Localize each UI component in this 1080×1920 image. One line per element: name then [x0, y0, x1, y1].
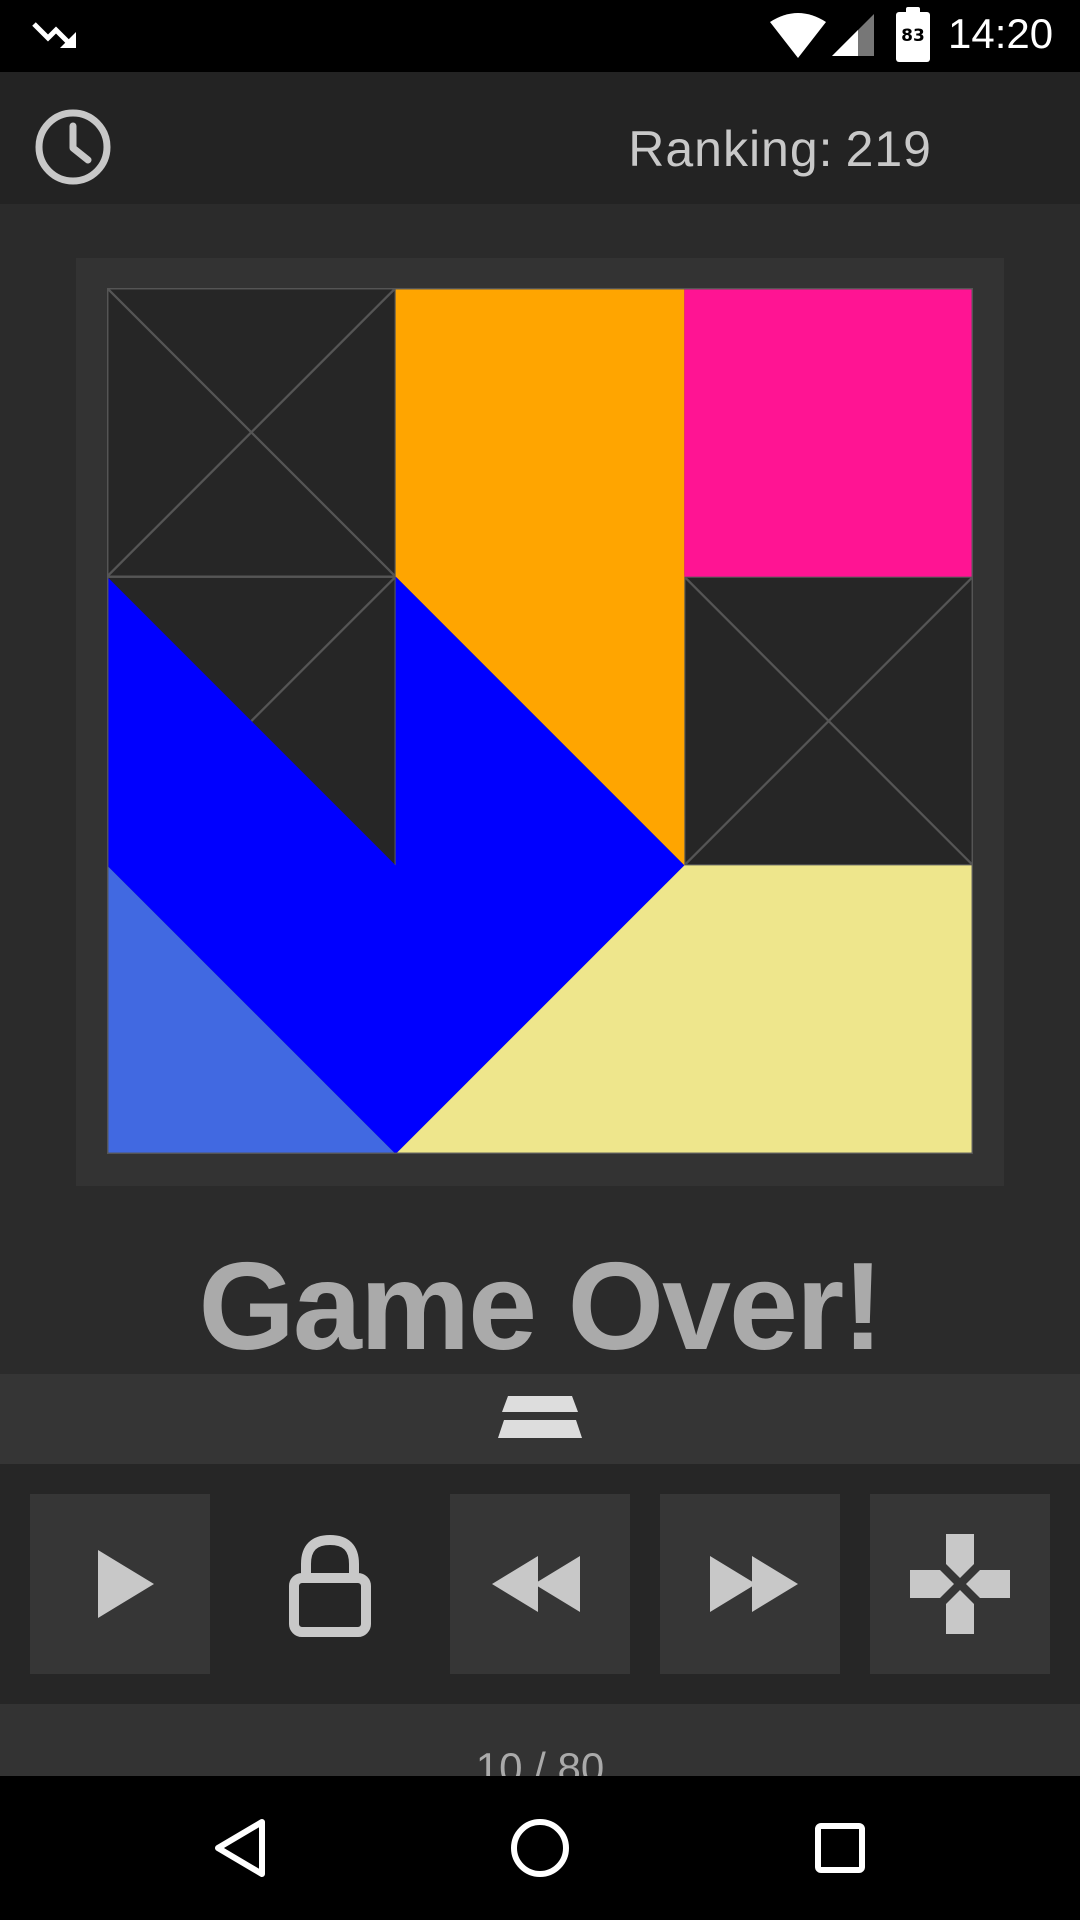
- signal-icon: [832, 14, 874, 56]
- piece-pink[interactable]: [684, 288, 973, 577]
- lock-icon: [289, 1534, 371, 1637]
- rewind-icon: [492, 1556, 580, 1612]
- play-button[interactable]: [30, 1494, 210, 1674]
- clock-icon[interactable]: [34, 108, 112, 186]
- previous-button[interactable]: [450, 1494, 630, 1674]
- puzzle-board[interactable]: [107, 288, 973, 1154]
- level-progress: 10 / 80: [475, 1744, 605, 1776]
- gamepad-button[interactable]: [870, 1494, 1050, 1674]
- next-button[interactable]: [660, 1494, 840, 1674]
- top-bar: Ranking: 219: [0, 72, 1080, 204]
- ranking-label: Ranking:: [628, 121, 834, 177]
- home-icon[interactable]: [504, 1812, 576, 1884]
- status-bar: 83 14:20: [0, 0, 1080, 72]
- status-time: 14:20: [948, 10, 1054, 57]
- wifi-icon: [770, 13, 826, 58]
- controls-bar: [0, 1464, 1080, 1704]
- recents-icon[interactable]: [804, 1812, 876, 1884]
- ranking-value: 219: [845, 121, 932, 177]
- fast-forward-icon: [710, 1556, 798, 1612]
- level-footer: 10 / 80: [0, 1704, 1080, 1776]
- drawer-handle[interactable]: [0, 1374, 1080, 1464]
- gamepad-icon: [910, 1534, 1010, 1634]
- lock-button[interactable]: [240, 1494, 420, 1674]
- play-icon: [98, 1550, 154, 1618]
- game-over-message: Game Over!: [198, 1238, 883, 1376]
- battery-level: 83: [901, 26, 925, 46]
- battery-icon: 83: [896, 7, 930, 62]
- navigation-bar: [0, 1776, 1080, 1920]
- trend-down-icon: [32, 22, 76, 48]
- ranking: Ranking: 219: [628, 120, 932, 178]
- back-icon[interactable]: [204, 1812, 276, 1884]
- drawer-handle-icon: [498, 1396, 582, 1438]
